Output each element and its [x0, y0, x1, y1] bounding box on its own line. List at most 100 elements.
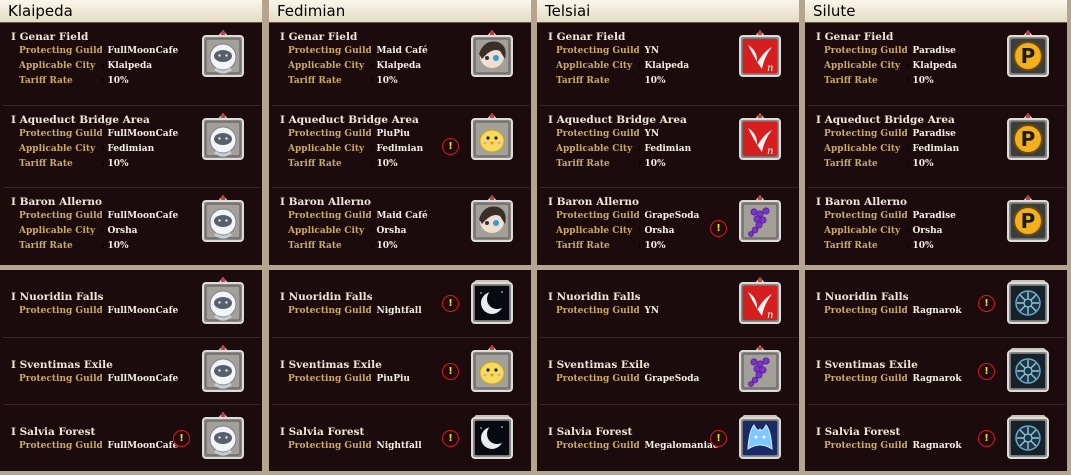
territory-name: I Genar Field: [280, 31, 358, 43]
maid-cafe-emblem-icon[interactable]: [466, 194, 518, 246]
protecting-guild-label: Protecting Guild: [824, 306, 908, 316]
territory-card[interactable]: I Sventimas Exile Protecting Guild: Ragna…: [808, 337, 1066, 405]
territory-card[interactable]: I Genar Field Protecting Guild: Maid Café…: [272, 23, 530, 105]
separator: :: [906, 226, 910, 236]
tariff-rate-value: 10%: [107, 159, 129, 169]
territory-card[interactable]: I Nuoridin Falls Protecting Guild: Ragnar…: [808, 270, 1066, 337]
separator: :: [370, 374, 374, 384]
protecting-guild-row: Protecting Guild: Paradise: [824, 129, 956, 139]
separator: :: [638, 61, 642, 71]
applicable-city-label: Applicable City: [556, 61, 633, 71]
piupiu-chick-emblem-icon[interactable]: [466, 344, 518, 396]
territory-card[interactable]: I Sventimas Exile Protecting Guild: PiuPi…: [272, 337, 530, 405]
applicable-city-label: Applicable City: [19, 61, 96, 71]
protecting-guild-value: FullMoonCafe: [107, 129, 179, 139]
nightfall-moon-emblem-icon[interactable]: [466, 411, 518, 463]
tariff-rate-row: Tariff Rate: 10%: [556, 159, 666, 169]
fullmooncafe-emblem-icon[interactable]: [197, 276, 249, 328]
territory-name: I Baron Allerno: [11, 196, 103, 208]
fullmooncafe-emblem-icon[interactable]: [197, 112, 249, 164]
grapesoda-emblem-icon[interactable]: [734, 194, 786, 246]
territory-card[interactable]: I Nuoridin Falls Protecting Guild: YN n: [540, 270, 798, 337]
territory-card[interactable]: I Salvia Forest Protecting Guild: Megalom…: [540, 404, 798, 472]
separator: :: [370, 61, 374, 71]
territory-card[interactable]: I Salvia Forest Protecting Guild: Nightfa…: [272, 404, 530, 472]
territory-card[interactable]: I Genar Field Protecting Guild: Paradise A…: [808, 23, 1066, 105]
protecting-guild-label: Protecting Guild: [288, 441, 372, 451]
alert-icon[interactable]: !: [442, 138, 459, 155]
fullmooncafe-emblem-icon[interactable]: [197, 29, 249, 81]
territory-card[interactable]: I Aqueduct Bridge Area Protecting Guild: …: [808, 105, 1066, 188]
alert-icon[interactable]: !: [710, 430, 727, 447]
yn-emblem-icon[interactable]: n: [734, 112, 786, 164]
megalomaniac-emblem-icon[interactable]: [734, 411, 786, 463]
grapesoda-emblem-icon[interactable]: [734, 344, 786, 396]
territory-card[interactable]: I Genar Field Protecting Guild: FullMoonC…: [3, 23, 261, 105]
territory-name: I Genar Field: [548, 31, 626, 43]
protecting-guild-row: Protecting Guild: YN: [556, 129, 659, 139]
alert-icon[interactable]: !: [978, 363, 995, 380]
protecting-guild-row: Protecting Guild: GrapeSoda: [556, 211, 699, 221]
alert-icon[interactable]: !: [978, 295, 995, 312]
territory-card[interactable]: I Baron Allerno Protecting Guild: Paradis…: [808, 187, 1066, 270]
territory-name: I Sventimas Exile: [548, 359, 650, 371]
separator: :: [906, 211, 910, 221]
territory-card[interactable]: I Baron Allerno Protecting Guild: Maid Ca…: [272, 187, 530, 270]
ragnarok-emblem-icon[interactable]: [1002, 411, 1054, 463]
fullmooncafe-emblem-icon[interactable]: [197, 344, 249, 396]
protecting-guild-row: Protecting Guild: Paradise: [824, 46, 956, 56]
territory-card[interactable]: I Salvia Forest Protecting Guild: Ragnaro…: [808, 404, 1066, 472]
paradise-p-emblem-icon[interactable]: P: [1002, 112, 1054, 164]
separator: :: [370, 159, 374, 169]
territory-card[interactable]: I Aqueduct Bridge Area Protecting Guild: …: [540, 105, 798, 188]
territory-name: I Nuoridin Falls: [548, 291, 641, 303]
fullmooncafe-emblem-icon[interactable]: [197, 194, 249, 246]
alert-icon[interactable]: !: [173, 430, 190, 447]
separator: :: [370, 144, 374, 154]
protecting-guild-label: Protecting Guild: [288, 306, 372, 316]
territory-card[interactable]: I Salvia Forest Protecting Guild: FullMoo…: [3, 404, 261, 472]
tariff-rate-row: Tariff Rate: 10%: [288, 76, 398, 86]
territory-card[interactable]: I Aqueduct Bridge Area Protecting Guild: …: [272, 105, 530, 188]
protecting-guild-row: Protecting Guild: Nightfall: [288, 441, 422, 451]
paradise-p-emblem-icon[interactable]: P: [1002, 29, 1054, 81]
yn-emblem-icon[interactable]: n: [734, 29, 786, 81]
separator: :: [101, 129, 105, 139]
territory-card[interactable]: I Sventimas Exile Protecting Guild: Grape…: [540, 337, 798, 405]
territory-card[interactable]: I Baron Allerno Protecting Guild: FullMoo…: [3, 187, 261, 270]
territory-card[interactable]: I Baron Allerno Protecting Guild: GrapeSo…: [540, 187, 798, 270]
ragnarok-emblem-icon[interactable]: [1002, 276, 1054, 328]
territory-name: I Baron Allerno: [548, 196, 640, 208]
separator: :: [370, 241, 374, 251]
protecting-guild-label: Protecting Guild: [556, 129, 640, 139]
paradise-p-emblem-icon[interactable]: P: [1002, 194, 1054, 246]
territory-card[interactable]: I Aqueduct Bridge Area Protecting Guild: …: [3, 105, 261, 188]
maid-cafe-emblem-icon[interactable]: [466, 29, 518, 81]
applicable-city-row: Applicable City: Orsha: [556, 226, 675, 236]
protecting-guild-row: Protecting Guild: FullMoonCafe: [19, 129, 178, 139]
alert-icon[interactable]: !: [710, 220, 727, 237]
territory-name: I Nuoridin Falls: [816, 291, 909, 303]
territory-card[interactable]: I Nuoridin Falls Protecting Guild: FullMo…: [3, 270, 261, 337]
protecting-guild-row: Protecting Guild: Nightfall: [288, 306, 422, 316]
ragnarok-emblem-icon[interactable]: [1002, 344, 1054, 396]
territory-card[interactable]: I Genar Field Protecting Guild: YN Applica…: [540, 23, 798, 105]
territory-card[interactable]: I Sventimas Exile Protecting Guild: FullM…: [3, 337, 261, 405]
alert-icon[interactable]: !: [978, 430, 995, 447]
separator: :: [101, 241, 105, 251]
yn-emblem-icon[interactable]: n: [734, 276, 786, 328]
territory-card[interactable]: I Nuoridin Falls Protecting Guild: Nightf…: [272, 270, 530, 337]
nightfall-moon-emblem-icon[interactable]: [466, 276, 518, 328]
applicable-city-value: Fedimian: [912, 144, 960, 154]
tariff-rate-label: Tariff Rate: [19, 241, 73, 251]
territory-name: I Baron Allerno: [280, 196, 372, 208]
territory-name: I Aqueduct Bridge Area: [548, 114, 687, 126]
fullmooncafe-emblem-icon[interactable]: [197, 411, 249, 463]
tariff-rate-value: 10%: [107, 241, 129, 251]
separator: :: [906, 144, 910, 154]
alert-icon[interactable]: !: [442, 430, 459, 447]
piupiu-chick-emblem-icon[interactable]: [466, 112, 518, 164]
alert-icon[interactable]: !: [442, 295, 459, 312]
territory-name: I Salvia Forest: [11, 426, 96, 438]
alert-icon[interactable]: !: [442, 363, 459, 380]
